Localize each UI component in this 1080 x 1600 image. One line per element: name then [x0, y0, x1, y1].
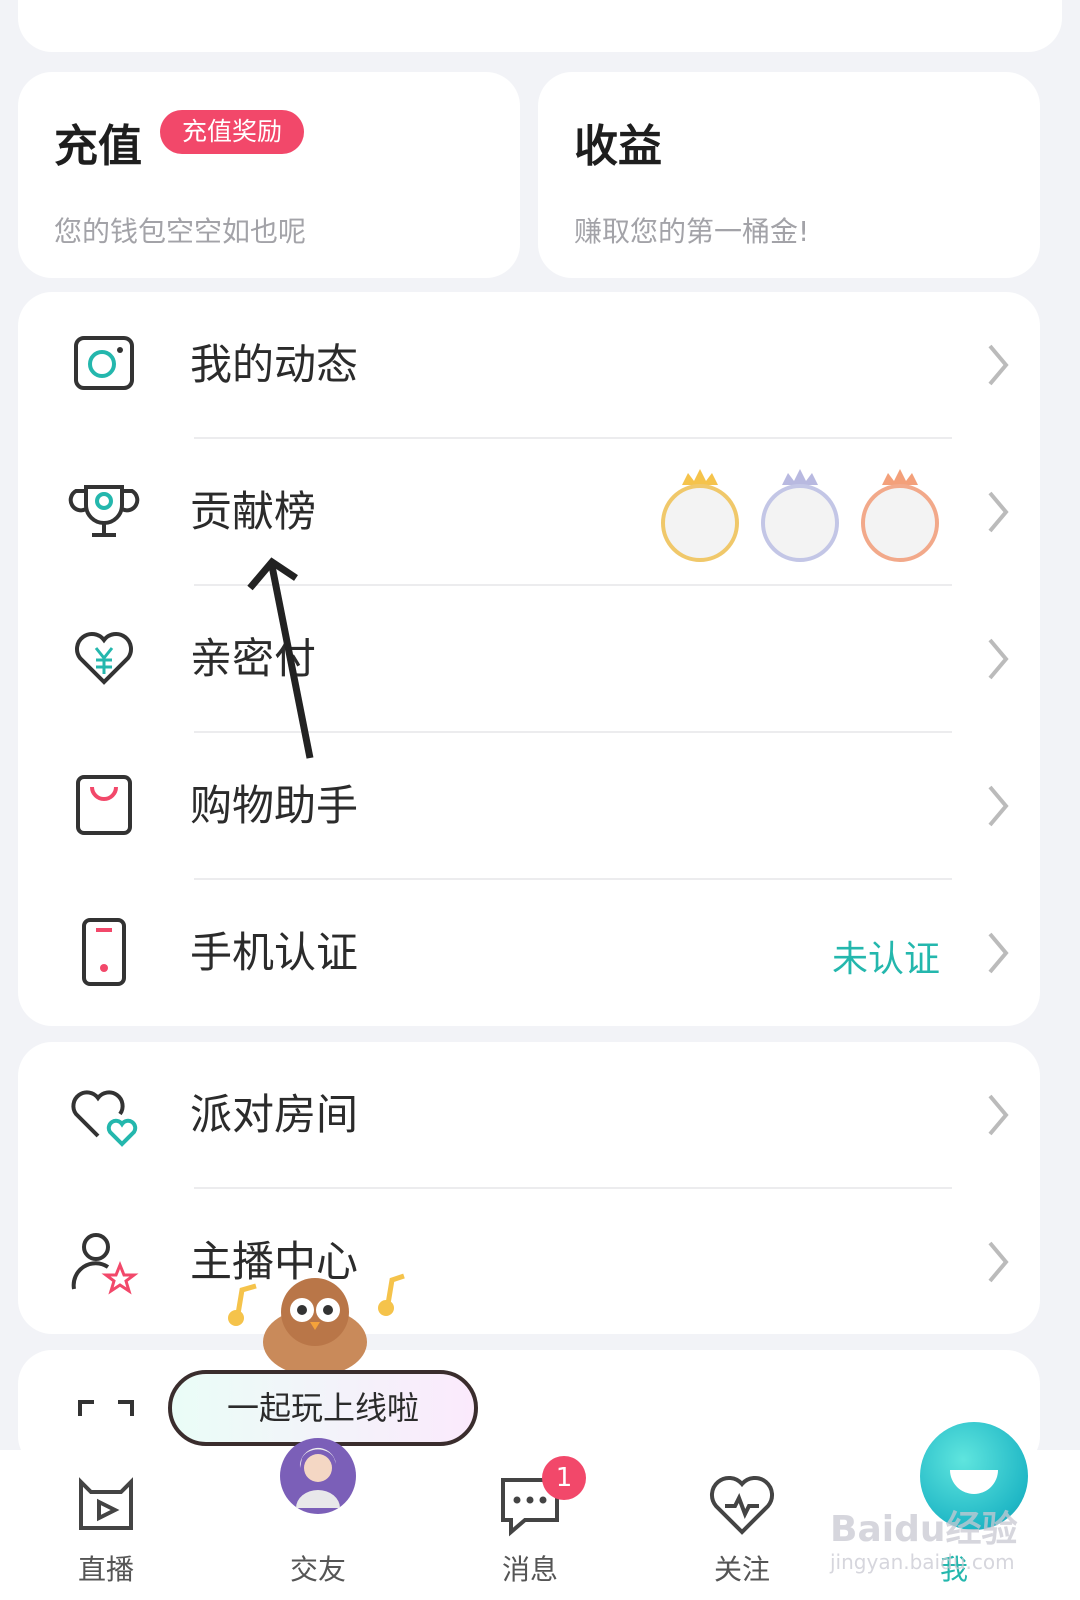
menu-item-shopping-assistant[interactable]: 购物助手 [18, 733, 1040, 880]
menu-item-anchor-center[interactable]: 主播中心 [18, 1189, 1040, 1336]
owl-mascot-icon [228, 1273, 405, 1374]
watermark-brand: Baidu经验 [830, 1509, 1018, 1550]
live-tv-icon [79, 1477, 133, 1530]
chevron-right-icon [988, 491, 1009, 533]
menu-label-phone-verification: 手机认证 [190, 928, 359, 977]
nav-label-follow: 关注 [713, 1553, 770, 1586]
chevron-right-icon [988, 344, 1009, 386]
menu-label-shopping-assistant: 购物助手 [190, 781, 359, 830]
bronze-crown-avatar-icon [861, 469, 939, 562]
menu-group-1: 我的动态 贡献榜 亲密付 购物助手 手机认证 未认证 [18, 292, 1040, 1026]
anchor-star-icon [71, 1233, 139, 1295]
watermark-url: jingyan.baidu.com [830, 1550, 1015, 1574]
menu-label-contribution: 贡献榜 [190, 487, 317, 536]
shopping-bag-icon [76, 775, 132, 835]
menu-label-party-room: 派对房间 [190, 1090, 359, 1139]
income-card[interactable]: 收益 赚取您的第一桶金! [538, 72, 1040, 278]
phone-icon [82, 918, 126, 986]
menu-item-contribution[interactable]: 贡献榜 [18, 439, 1040, 586]
silver-crown-avatar-icon [761, 469, 839, 562]
menu-label-my-posts: 我的动态 [190, 340, 359, 389]
nav-label-messages: 消息 [501, 1553, 558, 1586]
verification-status: 未认证 [831, 939, 940, 980]
recharge-subtitle: 您的钱包空空如也呢 [54, 215, 307, 248]
recharge-card[interactable]: 充值 充值奖励 您的钱包空空如也呢 [18, 72, 520, 278]
chevron-right-icon [988, 638, 1009, 680]
menu-item-phone-verification[interactable]: 手机认证 未认证 [18, 880, 1040, 1027]
nav-live[interactable]: 直播 [36, 1450, 176, 1600]
heartbeat-icon [710, 1476, 774, 1535]
menu-item-intimate-pay[interactable]: 亲密付 [18, 586, 1040, 733]
recharge-title: 充值 [54, 121, 142, 172]
heart-yuan-icon [75, 632, 133, 685]
nav-messages[interactable]: 1 消息 [460, 1450, 600, 1600]
online-popup-bubble[interactable]: 一起玩上线啦 [168, 1370, 478, 1446]
avatar-icon [280, 1438, 356, 1514]
nav-friends[interactable]: 交友 [248, 1438, 388, 1600]
chevron-right-icon [988, 1094, 1009, 1136]
menu-group-2: 派对房间 主播中心 [18, 1042, 1040, 1334]
income-title: 收益 [574, 121, 662, 172]
unread-count-badge: 1 [542, 1456, 586, 1500]
menu-item-my-posts[interactable]: 我的动态 [18, 292, 1040, 439]
trophy-icon [68, 485, 140, 537]
annotation-arrow [247, 557, 314, 759]
smile-face-icon [950, 1470, 998, 1494]
gold-crown-avatar-icon [661, 469, 739, 562]
chevron-right-icon [988, 932, 1009, 974]
income-subtitle: 赚取您的第一桶金! [574, 215, 810, 248]
nav-label-live: 直播 [77, 1553, 134, 1586]
menu-item-party-room[interactable]: 派对房间 [18, 1042, 1040, 1189]
chevron-right-icon [988, 1241, 1009, 1283]
nav-follow[interactable]: 关注 [672, 1450, 812, 1600]
top-partial-card [18, 0, 1062, 52]
scan-icon [78, 1400, 134, 1416]
chevron-right-icon [988, 785, 1009, 827]
double-heart-icon [71, 1090, 138, 1147]
camera-icon [74, 336, 134, 390]
recharge-reward-badge: 充值奖励 [160, 110, 305, 154]
nav-label-friends: 交友 [289, 1553, 346, 1586]
